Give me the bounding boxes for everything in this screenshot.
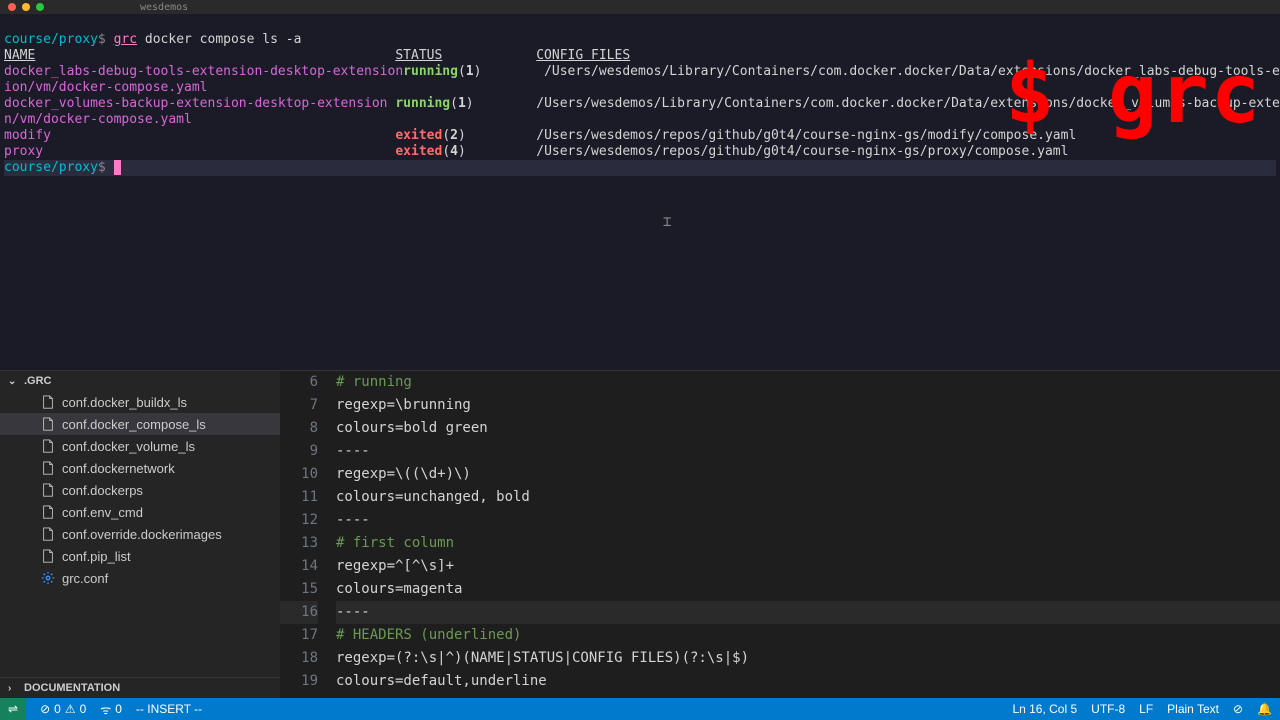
window-titlebar: wesdemos — [0, 0, 1280, 14]
notifications-icon[interactable]: 🔔 — [1257, 702, 1272, 716]
file-item-conf-dockerps[interactable]: conf.dockerps — [0, 479, 280, 501]
code-content[interactable]: # runningregexp=\brunningcolours=bold gr… — [336, 371, 1280, 698]
code-line[interactable]: regexp=\brunning — [336, 394, 1280, 417]
error-icon: ⊘ — [40, 702, 50, 716]
line-number: 11 — [280, 486, 318, 509]
line-number: 12 — [280, 509, 318, 532]
file-icon — [40, 460, 56, 476]
prompt-symbol: $ — [98, 32, 106, 47]
code-line[interactable]: ---- — [336, 509, 1280, 532]
file-icon — [40, 482, 56, 498]
file-item-conf-pip-list[interactable]: conf.pip_list — [0, 545, 280, 567]
line-number: 16 — [280, 601, 318, 624]
line-number: 13 — [280, 532, 318, 555]
code-editor[interactable]: 678910111213141516171819 # runningregexp… — [280, 371, 1280, 698]
line-number: 19 — [280, 670, 318, 693]
file-item-conf-env-cmd[interactable]: conf.env_cmd — [0, 501, 280, 523]
code-line[interactable]: colours=unchanged, bold — [336, 486, 1280, 509]
line-number: 10 — [280, 463, 318, 486]
overlay-annotation: $ grc — [1005, 54, 1262, 136]
text-cursor-icon: ⌶ — [663, 214, 671, 230]
code-line[interactable]: ---- — [336, 601, 1280, 624]
code-line[interactable]: regexp=\((\d+)\) — [336, 463, 1280, 486]
file-icon — [40, 504, 56, 520]
prompt-path: course/proxy — [4, 32, 98, 47]
file-list: conf.docker_buildx_ls conf.docker_compose… — [0, 391, 280, 677]
chevron-right-icon: › — [8, 683, 20, 694]
sidebar-section-grc[interactable]: ⌄ .GRC — [0, 371, 280, 391]
code-line[interactable]: regexp=^[^\s]+ — [336, 555, 1280, 578]
line-number-gutter: 678910111213141516171819 — [280, 371, 336, 698]
table-header-row: NAME STATUS CONFIG FILES — [4, 48, 630, 63]
file-label: conf.override.dockerimages — [62, 527, 222, 542]
sidebar-section-documentation[interactable]: › DOCUMENTATION — [0, 677, 280, 698]
file-item-conf-docker-volume-ls[interactable]: conf.docker_volume_ls — [0, 435, 280, 457]
file-label: conf.pip_list — [62, 549, 131, 564]
status-bar: ⇌ ⊘0 ⚠0 ᯤ0 -- INSERT -- Ln 16, Col 5 UTF… — [0, 698, 1280, 720]
file-icon — [40, 548, 56, 564]
line-number: 17 — [280, 624, 318, 647]
line-number: 6 — [280, 371, 318, 394]
section-label: DOCUMENTATION — [24, 682, 120, 694]
code-line[interactable]: colours=bold green — [336, 417, 1280, 440]
language-mode[interactable]: Plain Text — [1167, 702, 1219, 716]
copilot-icon[interactable]: ⊘ — [1233, 702, 1243, 716]
code-line[interactable]: regexp=(?:\s|^)(NAME|STATUS|CONFIG FILES… — [336, 647, 1280, 670]
section-label: .GRC — [24, 375, 52, 387]
line-number: 14 — [280, 555, 318, 578]
problems-indicator[interactable]: ⊘0 ⚠0 — [40, 702, 86, 716]
chevron-down-icon: ⌄ — [8, 376, 20, 387]
file-icon — [40, 438, 56, 454]
ports-indicator[interactable]: ᯤ0 — [100, 701, 122, 718]
code-line[interactable]: colours=default,underline — [336, 670, 1280, 693]
file-item-conf-dockernetwork[interactable]: conf.dockernetwork — [0, 457, 280, 479]
minimize-window-button[interactable] — [22, 3, 30, 11]
command-rest: docker compose ls -a — [145, 32, 302, 47]
cursor-position[interactable]: Ln 16, Col 5 — [1012, 702, 1077, 716]
file-item-conf-override-dockerimages[interactable]: conf.override.dockerimages — [0, 523, 280, 545]
terminal-pane[interactable]: course/proxy$ grc docker compose ls -a N… — [0, 14, 1280, 370]
warning-icon: ⚠ — [65, 702, 76, 716]
eol[interactable]: LF — [1139, 702, 1153, 716]
remote-indicator[interactable]: ⇌ — [0, 698, 26, 720]
file-item-conf-docker-compose-ls[interactable]: conf.docker_compose_ls — [0, 413, 280, 435]
file-label: conf.docker_volume_ls — [62, 439, 195, 454]
file-label: conf.dockerps — [62, 483, 143, 498]
file-icon — [40, 394, 56, 410]
code-line[interactable]: colours=magenta — [336, 578, 1280, 601]
code-line[interactable]: ---- — [336, 440, 1280, 463]
remote-icon: ⇌ — [8, 702, 18, 716]
file-label: conf.docker_buildx_ls — [62, 395, 187, 410]
line-number: 8 — [280, 417, 318, 440]
prompt-line: course/proxy$ — [4, 160, 1276, 176]
broadcast-icon: ᯤ — [100, 701, 111, 718]
maximize-window-button[interactable] — [36, 3, 44, 11]
terminal-cursor — [114, 160, 122, 175]
file-icon — [40, 526, 56, 542]
line-number: 18 — [280, 647, 318, 670]
line-number: 7 — [280, 394, 318, 417]
file-explorer-sidebar[interactable]: ⌄ .GRC conf.docker_buildx_lsconf.docker_… — [0, 371, 280, 698]
editor-area: ⌄ .GRC conf.docker_buildx_lsconf.docker_… — [0, 370, 1280, 698]
file-item-conf-docker-buildx-ls[interactable]: conf.docker_buildx_ls — [0, 391, 280, 413]
vim-mode: -- INSERT -- — [136, 702, 202, 716]
file-icon — [40, 416, 56, 432]
line-number: 15 — [280, 578, 318, 601]
encoding[interactable]: UTF-8 — [1091, 702, 1125, 716]
line-number: 9 — [280, 440, 318, 463]
gear-icon — [40, 570, 56, 586]
file-label: conf.env_cmd — [62, 505, 143, 520]
close-window-button[interactable] — [8, 3, 16, 11]
code-line[interactable]: # first column — [336, 532, 1280, 555]
file-label: conf.dockernetwork — [62, 461, 175, 476]
code-line[interactable]: # running — [336, 371, 1280, 394]
file-label: conf.docker_compose_ls — [62, 417, 206, 432]
file-item-grc-conf[interactable]: grc.conf — [0, 567, 280, 589]
file-label: grc.conf — [62, 571, 108, 586]
window-title: wesdemos — [140, 2, 188, 13]
command-grc: grc — [114, 32, 137, 47]
code-line[interactable]: # HEADERS (underlined) — [336, 624, 1280, 647]
